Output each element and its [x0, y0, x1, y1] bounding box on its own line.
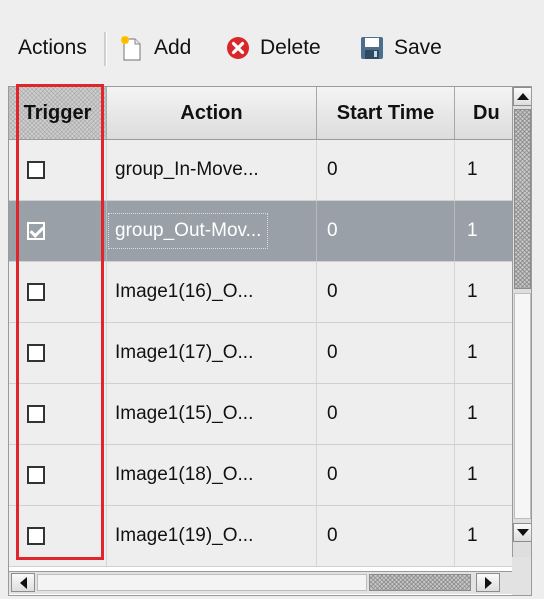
action-text: group_Out-Mov...: [107, 213, 269, 249]
duration-cell[interactable]: 1: [455, 445, 512, 505]
new-document-icon: [120, 36, 144, 61]
table-row[interactable]: group_In-Move... 0 1: [9, 140, 512, 201]
start-time-cell[interactable]: 0: [317, 140, 455, 200]
start-time-cell[interactable]: 0: [317, 506, 455, 566]
arrow-down-icon: [516, 529, 529, 536]
action-cell[interactable]: Image1(19)_O...: [107, 506, 317, 566]
start-time-cell[interactable]: 0: [317, 262, 455, 322]
vertical-scroll-track[interactable]: [514, 293, 531, 519]
arrow-left-icon: [19, 576, 27, 589]
delete-button[interactable]: Delete: [226, 30, 321, 66]
column-header-duration[interactable]: Du: [455, 87, 512, 139]
duration-cell[interactable]: 1: [455, 140, 512, 200]
action-cell[interactable]: Image1(17)_O...: [107, 323, 317, 383]
duration-cell[interactable]: 1: [455, 506, 512, 566]
horizontal-scrollbar[interactable]: [9, 571, 512, 594]
vertical-scroll-thumb[interactable]: [514, 109, 531, 289]
table-body: group_In-Move... 0 1 group_Out-Mov... 0 …: [9, 140, 512, 567]
vertical-scrollbar[interactable]: [512, 87, 531, 557]
scroll-right-button[interactable]: [476, 573, 500, 592]
action-cell[interactable]: group_In-Move...: [107, 140, 317, 200]
toolbar: Actions Add Delete Save: [0, 0, 544, 86]
start-time-cell[interactable]: 0: [317, 201, 455, 261]
add-label: Add: [154, 36, 192, 59]
table-row[interactable]: group_Out-Mov... 0 1: [9, 201, 512, 262]
start-time-cell[interactable]: 0: [317, 323, 455, 383]
toolbar-separator: [104, 32, 107, 66]
table-header: Trigger Action Start Time Du: [9, 87, 512, 140]
trigger-checkbox[interactable]: [27, 527, 45, 545]
column-header-trigger[interactable]: Trigger: [9, 87, 107, 139]
trigger-checkbox[interactable]: [27, 405, 45, 423]
actions-table: Trigger Action Start Time Du group_In-Mo…: [8, 86, 532, 596]
table-row[interactable]: Image1(15)_O... 0 1: [9, 384, 512, 445]
start-time-cell[interactable]: 0: [317, 445, 455, 505]
table-row[interactable]: Image1(17)_O... 0 1: [9, 323, 512, 384]
start-time-cell[interactable]: 0: [317, 384, 455, 444]
trigger-checkbox[interactable]: [27, 283, 45, 301]
table-row[interactable]: Image1(16)_O... 0 1: [9, 262, 512, 323]
scrollbar-corner: [512, 557, 531, 595]
table-row[interactable]: Image1(19)_O... 0 1: [9, 506, 512, 567]
save-label: Save: [394, 36, 442, 59]
action-cell[interactable]: group_Out-Mov...: [107, 201, 317, 261]
action-cell[interactable]: Image1(16)_O...: [107, 262, 317, 322]
actions-panel: Actions Add Delete Save Trigger Action S…: [0, 0, 544, 599]
horizontal-scroll-track[interactable]: [37, 574, 367, 591]
column-header-start-time[interactable]: Start Time: [317, 87, 455, 139]
table-row[interactable]: Image1(18)_O... 0 1: [9, 445, 512, 506]
column-header-action[interactable]: Action: [107, 87, 317, 139]
horizontal-scroll-thumb[interactable]: [369, 574, 471, 591]
trigger-checkbox[interactable]: [27, 344, 45, 362]
trigger-checkbox[interactable]: [27, 466, 45, 484]
delete-icon: [226, 36, 250, 60]
scroll-left-button[interactable]: [11, 573, 35, 592]
actions-label: Actions: [18, 36, 87, 59]
trigger-checkbox[interactable]: [27, 222, 45, 240]
duration-cell[interactable]: 1: [455, 201, 512, 261]
save-button[interactable]: Save: [360, 30, 442, 66]
floppy-disk-icon: [360, 36, 384, 60]
delete-label: Delete: [260, 36, 321, 59]
duration-cell[interactable]: 1: [455, 262, 512, 322]
add-button[interactable]: Add: [120, 30, 191, 66]
arrow-up-icon: [516, 93, 529, 100]
action-cell[interactable]: Image1(18)_O...: [107, 445, 317, 505]
scroll-up-button[interactable]: [513, 87, 531, 106]
duration-cell[interactable]: 1: [455, 384, 512, 444]
duration-cell[interactable]: 1: [455, 323, 512, 383]
arrow-right-icon: [484, 576, 492, 589]
trigger-checkbox[interactable]: [27, 161, 45, 179]
scroll-down-button[interactable]: [513, 523, 531, 542]
action-cell[interactable]: Image1(15)_O...: [107, 384, 317, 444]
